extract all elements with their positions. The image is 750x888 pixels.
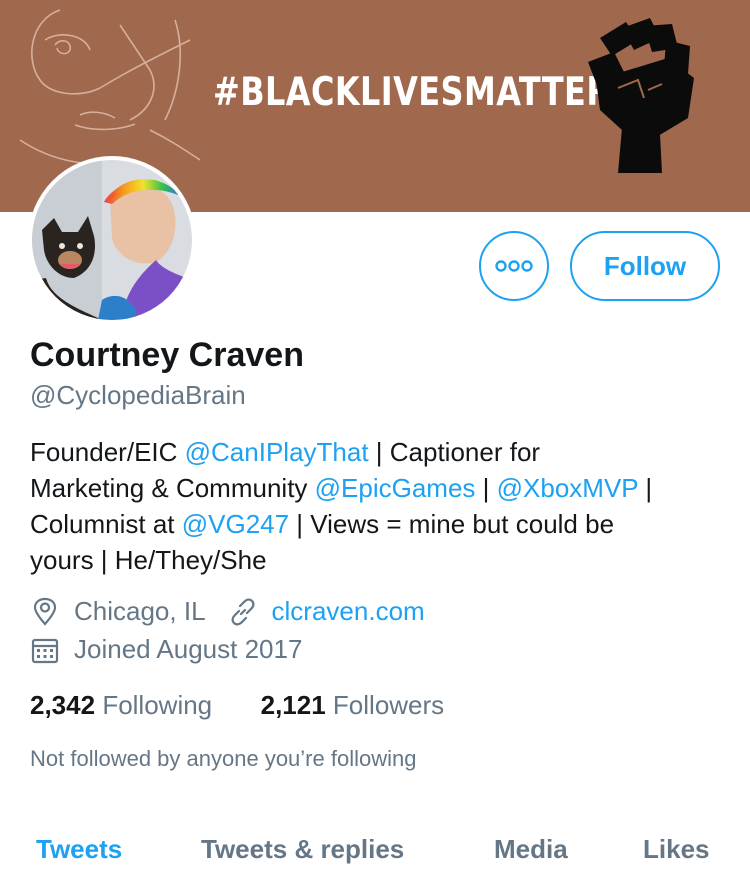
mutual-followers-note: Not followed by anyone you’re following <box>30 746 417 771</box>
bio-text: | <box>638 473 653 503</box>
bio-text: Columnist at <box>30 509 182 539</box>
raised-fist-icon <box>588 18 694 173</box>
tab-tweets[interactable]: Tweets <box>36 834 122 865</box>
location-website-row: Chicago, IL clcraven.com <box>30 596 425 627</box>
tab-likes[interactable]: Likes <box>643 834 710 865</box>
bio-line: Marketing & Community @EpicGames | @Xbox… <box>30 470 730 506</box>
followers-count: 2,121 <box>260 690 326 720</box>
joined-row: Joined August 2017 <box>30 634 302 665</box>
followers-label: Followers <box>332 690 445 720</box>
link-icon <box>231 598 255 625</box>
profile-avatar[interactable] <box>28 156 196 324</box>
profile-bio: Founder/EIC @CanIPlayThat | Captioner fo… <box>30 434 730 578</box>
bio-text: | <box>475 473 497 503</box>
calendar-icon <box>31 638 59 663</box>
tab-media[interactable]: Media <box>494 834 568 865</box>
following-stat[interactable]: 2,342 Following <box>30 690 212 720</box>
tab-tweets-replies[interactable]: Tweets & replies <box>201 834 404 865</box>
mention-link-xboxmvp[interactable]: @XboxMVP <box>497 473 639 503</box>
profile-photo <box>32 160 192 320</box>
mention-link-epicgames[interactable]: @EpicGames <box>315 473 476 503</box>
profile-tabs: Tweets Tweets & replies Media Likes <box>0 834 750 874</box>
location-pin-icon <box>33 597 57 626</box>
follow-button[interactable]: Follow <box>570 231 720 301</box>
following-label: Following <box>102 690 213 720</box>
followers-stat[interactable]: 2,121 Followers <box>261 690 445 720</box>
follow-stats: 2,342 Following 2,121 Followers <box>30 690 444 721</box>
joined-text: Joined August 2017 <box>74 634 303 664</box>
bio-line: Columnist at @VG247 | Views = mine but c… <box>30 506 730 542</box>
more-options-button[interactable] <box>479 231 549 301</box>
mention-link-canIplaythat[interactable]: @CanIPlayThat <box>185 437 369 467</box>
bio-text: Founder/EIC <box>30 437 185 467</box>
banner-hashtag-text: #BLACKLIVESMATTER <box>213 70 612 115</box>
following-count: 2,342 <box>30 690 96 720</box>
bio-text: Marketing & Community <box>30 473 315 503</box>
bio-text: yours | He/They/She <box>30 545 267 575</box>
more-dots-icon <box>495 260 533 272</box>
profile-handle: @CyclopediaBrain <box>30 380 246 410</box>
bio-text: | Captioner for <box>368 437 541 467</box>
bio-text: | Views = mine but could be <box>289 509 615 539</box>
profile-name: Courtney Craven <box>30 336 304 374</box>
website-link[interactable]: clcraven.com <box>272 596 425 627</box>
bio-line: yours | He/They/She <box>30 542 730 578</box>
mention-link-vg247[interactable]: @VG247 <box>182 509 289 539</box>
location-text: Chicago, IL <box>74 596 206 626</box>
bio-line: Founder/EIC @CanIPlayThat | Captioner fo… <box>30 434 730 470</box>
